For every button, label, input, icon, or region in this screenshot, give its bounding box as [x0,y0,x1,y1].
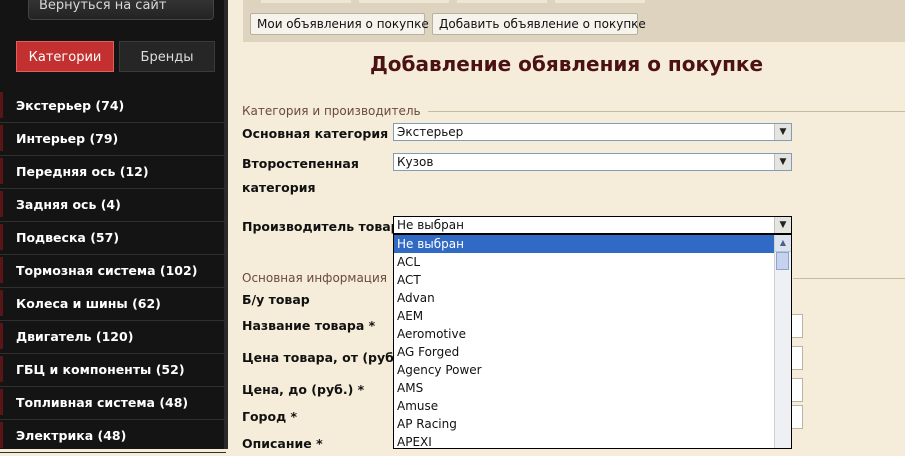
description-label: Описание * [242,436,323,451]
chevron-down-icon[interactable]: ▼ [774,217,791,233]
category-item[interactable]: Электрика (48) [0,420,226,453]
dropdown-option[interactable]: AG Forged [394,343,791,361]
category-item[interactable]: Экстерьер (74) [0,90,226,123]
section-divider [428,111,905,112]
category-item[interactable]: Топливная система (48) [0,387,226,420]
dropdown-option[interactable]: Не выбран [394,235,791,253]
price-from-label: Цена товара, от (руб.) [242,350,405,365]
toolbar-edge [359,0,449,3]
section-category-legend: Категория и производитель [242,104,421,118]
section-divider [793,278,905,279]
category-item[interactable]: ГБЦ и компоненты (52) [0,354,226,387]
dropdown-option[interactable]: Advan [394,289,791,307]
secondary-category-select[interactable]: Кузов ▼ [393,153,792,171]
tab-brands[interactable]: Бренды [119,41,215,72]
dropdown-option[interactable]: ACT [394,271,791,289]
used-label: Б/у товар [242,292,310,307]
toolbar-edge [457,0,547,3]
secondary-category-value: Кузов [397,155,434,169]
city-label: Город * [242,409,298,424]
page-title: Добавление обявления о покупке [369,52,764,76]
scrollbar-thumb[interactable] [776,252,789,270]
dropdown-option[interactable]: AP Racing [394,415,791,433]
name-label: Название товара * [242,318,376,333]
dropdown-scrollbar[interactable]: ▲ [774,235,791,448]
toolbar-edge [555,0,645,3]
scroll-up-icon[interactable]: ▲ [775,235,791,252]
main-category-value: Экстерьер [397,125,464,139]
manufacturer-dropdown-list[interactable]: Не выбран ACL ACT Advan AEM Aeromotive A… [393,234,792,449]
section-main-info-legend: Основная информация [242,271,387,285]
dropdown-option[interactable]: Amuse [394,397,791,415]
tab-categories[interactable]: Категории [16,41,114,72]
sidebar: Вернуться на сайт Категории Бренды Эксте… [0,0,228,453]
secondary-category-label-line2: категория [242,180,316,195]
chevron-down-icon[interactable]: ▼ [774,154,791,170]
name-input[interactable] [792,314,803,338]
category-item[interactable]: Колеса и шины (62) [0,288,226,321]
main-content: Мои объявления о покупке Добавить объявл… [228,0,905,451]
manufacturer-label: Производитель товара [242,219,409,234]
category-item[interactable]: Двигатель (120) [0,321,226,354]
main-category-select[interactable]: Экстерьер ▼ [393,123,792,141]
category-item[interactable]: Интерьер (79) [0,123,226,156]
price-to-input[interactable] [792,378,803,402]
dropdown-option[interactable]: Agency Power [394,361,791,379]
category-item[interactable]: Тормозная система (102) [0,255,226,288]
manufacturer-value: Не выбран [397,218,464,232]
price-to-label: Цена, до (руб.) * [242,382,365,397]
main-category-label: Основная категория [242,126,389,141]
category-list: Экстерьер (74) Интерьер (79) Передняя ос… [0,90,226,453]
price-from-input[interactable] [792,346,803,370]
dropdown-option[interactable]: AEM [394,307,791,325]
manufacturer-select[interactable]: Не выбран ▼ [393,216,792,234]
category-item[interactable]: Передняя ось (12) [0,156,226,189]
dropdown-option[interactable]: ACL [394,253,791,271]
secondary-category-label-line1: Второстепенная [242,156,359,171]
category-item[interactable]: Подвеска (57) [0,222,226,255]
dropdown-option[interactable]: APEXI [394,433,791,448]
toolbar-edge [261,0,351,3]
back-to-site-button[interactable]: Вернуться на сайт [28,0,214,20]
dropdown-option[interactable]: Aeromotive [394,325,791,343]
my-ads-button[interactable]: Мои объявления о покупке [250,13,429,35]
toolbar: Мои объявления о покупке Добавить объявл… [243,0,905,42]
dropdown-option[interactable]: AMS [394,379,791,397]
city-input[interactable] [792,405,803,429]
add-ad-button[interactable]: Добавить объявление о покупке [432,13,646,35]
category-item[interactable]: Задняя ось (4) [0,189,226,222]
chevron-down-icon[interactable]: ▼ [774,124,791,140]
